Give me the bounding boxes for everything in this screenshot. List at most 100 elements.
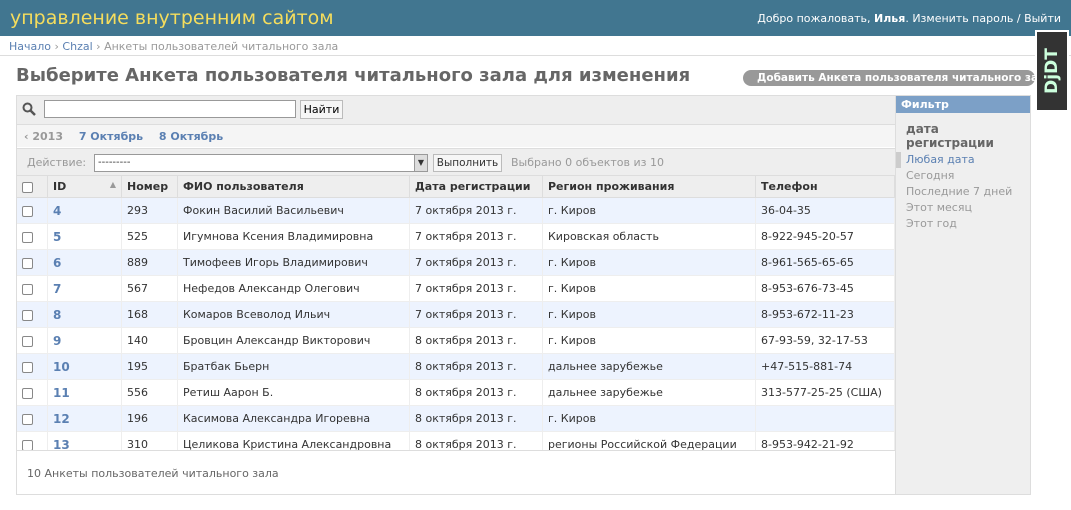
column-header-label: Дата регистрации xyxy=(415,180,531,193)
date-hierarchy-item[interactable]: 8 Октябрь xyxy=(159,130,223,143)
id-cell: 11 xyxy=(47,379,122,406)
filter-option[interactable]: Любая дата xyxy=(896,152,1030,168)
column-header-date[interactable]: Дата регистрации xyxy=(409,176,543,198)
date-hierarchy: ‹ 2013 7 Октябрь 8 Октябрь xyxy=(17,125,895,147)
date-cell: 8 октября 2013 г. xyxy=(409,379,543,406)
page-title: Выберите Анкета пользователя читального … xyxy=(16,65,691,86)
phone-cell: 67-93-59, 32-17-53 xyxy=(755,327,895,354)
action-label: Действие: xyxy=(27,156,87,169)
column-header-number[interactable]: Номер xyxy=(121,176,178,198)
date-cell: 7 октября 2013 г. xyxy=(409,223,543,250)
number-cell: 196 xyxy=(121,405,178,432)
add-record-button[interactable]: Добавить Анкета пользователя читального … xyxy=(743,70,1053,86)
region-cell: г. Киров xyxy=(542,275,756,302)
breadcrumb-home[interactable]: Начало xyxy=(9,40,51,53)
column-header-label: ФИО пользователя xyxy=(183,180,304,193)
table-row: 8 168 Комаров Всеволод Ильич 7 октября 2013… xyxy=(17,301,895,328)
site-branding: управление внутренним сайтом xyxy=(10,7,334,29)
row-checkbox[interactable] xyxy=(22,231,33,243)
record-link[interactable]: 5 xyxy=(53,230,61,244)
id-cell: 7 xyxy=(47,275,122,302)
date-hierarchy-back[interactable]: ‹ 2013 xyxy=(24,130,63,143)
id-cell: 10 xyxy=(47,353,122,380)
column-header-label: ID xyxy=(53,180,67,193)
filter-option[interactable]: Сегодня xyxy=(901,168,1030,184)
filter-option[interactable]: Этот месяц xyxy=(901,200,1030,216)
row-checkbox[interactable] xyxy=(22,387,33,399)
column-header-phone[interactable]: Телефон xyxy=(755,176,895,198)
welcome-text: Добро пожаловать, xyxy=(757,11,871,25)
column-header-name[interactable]: ФИО пользователя xyxy=(177,176,410,198)
filter-heading: дата регистрации xyxy=(906,122,994,150)
row-checkbox[interactable] xyxy=(22,361,33,373)
row-select-cell xyxy=(17,379,48,406)
select-all-header xyxy=(17,176,48,198)
record-link[interactable]: 8 xyxy=(53,308,61,322)
results-table: ID ▲ Номер ФИО пользователя Дата регистра… xyxy=(17,176,895,458)
djdt-label: DjDT xyxy=(1042,48,1062,94)
column-header-region[interactable]: Регион проживания xyxy=(542,176,756,198)
filter-option[interactable]: Этот год xyxy=(901,216,1030,232)
username: Илья xyxy=(874,11,906,25)
changelist: Найти ‹ 2013 7 Октябрь 8 Октябрь Действи… xyxy=(16,95,1031,495)
sort-ascending-icon[interactable]: ▲ xyxy=(110,180,116,189)
row-checkbox[interactable] xyxy=(22,257,33,269)
column-header-id[interactable]: ID ▲ xyxy=(47,176,122,198)
record-link[interactable]: 6 xyxy=(53,256,61,270)
filter-panel: Фильтр дата регистрации Любая дата Сегодн… xyxy=(895,96,1030,494)
name-cell: Ретиш Аарон Б. xyxy=(177,379,410,406)
name-cell: Фокин Василий Васильевич xyxy=(177,197,410,224)
region-cell: г. Киров xyxy=(542,301,756,328)
row-checkbox[interactable] xyxy=(22,309,33,321)
search-button[interactable]: Найти xyxy=(300,100,343,119)
run-action-button[interactable]: Выполнить xyxy=(433,154,502,172)
row-checkbox[interactable] xyxy=(22,205,33,217)
row-checkbox[interactable] xyxy=(22,439,33,451)
id-cell: 12 xyxy=(47,405,122,432)
id-cell: 9 xyxy=(47,327,122,354)
select-all-checkbox[interactable] xyxy=(22,181,33,193)
slash-separator: / xyxy=(1016,11,1021,25)
row-select-cell xyxy=(17,275,48,302)
row-checkbox[interactable] xyxy=(22,335,33,347)
region-cell: г. Киров xyxy=(542,197,756,224)
table-row: 6 889 Тимофеев Игорь Владимирович 7 октября… xyxy=(17,249,895,276)
breadcrumb-app[interactable]: Chzal xyxy=(62,40,92,53)
number-cell: 889 xyxy=(121,249,178,276)
date-cell: 8 октября 2013 г. xyxy=(409,353,543,380)
django-debug-toolbar-handle[interactable]: DjDT xyxy=(1035,30,1069,112)
header: управление внутренним сайтом Добро пожал… xyxy=(0,0,1071,36)
record-link[interactable]: 4 xyxy=(53,204,61,218)
row-select-cell xyxy=(17,197,48,224)
table-row: 10 195 Братбак Бьерн 8 октября 2013 г. дальн… xyxy=(17,353,895,380)
table-row: 4 293 Фокин Василий Васильевич 7 октября 20… xyxy=(17,197,895,224)
change-password-link[interactable]: Изменить пароль xyxy=(912,12,1013,25)
row-checkbox[interactable] xyxy=(22,283,33,295)
record-link[interactable]: 11 xyxy=(53,386,70,400)
breadcrumb: Начало › Chzal › Анкеты пользователей чи… xyxy=(0,36,1071,56)
logout-link[interactable]: Выйти xyxy=(1024,12,1061,25)
region-cell: г. Киров xyxy=(542,405,756,432)
record-link[interactable]: 10 xyxy=(53,360,70,374)
breadcrumb-current: Анкеты пользователей читального зала xyxy=(104,40,339,53)
selection-counter: Выбрано 0 объектов из 10 xyxy=(511,156,664,169)
record-link[interactable]: 9 xyxy=(53,334,61,348)
filter-list: Любая дата Сегодня Последние 7 дней Этот ме… xyxy=(896,152,1030,232)
filter-option[interactable]: Последние 7 дней xyxy=(901,184,1030,200)
date-cell: 7 октября 2013 г. xyxy=(409,275,543,302)
row-checkbox[interactable] xyxy=(22,413,33,425)
action-select[interactable]: --------- ▼ xyxy=(94,154,428,172)
name-cell: Комаров Всеволод Ильич xyxy=(177,301,410,328)
phone-cell: 313-577-25-25 (США) xyxy=(755,379,895,406)
search-input[interactable] xyxy=(44,100,296,118)
add-record-label: Добавить Анкета пользователя читального … xyxy=(757,72,1053,84)
date-hierarchy-item[interactable]: 7 Октябрь xyxy=(79,130,143,143)
date-cell: 7 октября 2013 г. xyxy=(409,249,543,276)
search-toolbar: Найти xyxy=(17,96,895,125)
record-link[interactable]: 7 xyxy=(53,282,61,296)
record-link[interactable]: 12 xyxy=(53,412,70,426)
id-cell: 8 xyxy=(47,301,122,328)
region-cell: Кировская область xyxy=(542,223,756,250)
date-cell: 7 октября 2013 г. xyxy=(409,301,543,328)
number-cell: 168 xyxy=(121,301,178,328)
